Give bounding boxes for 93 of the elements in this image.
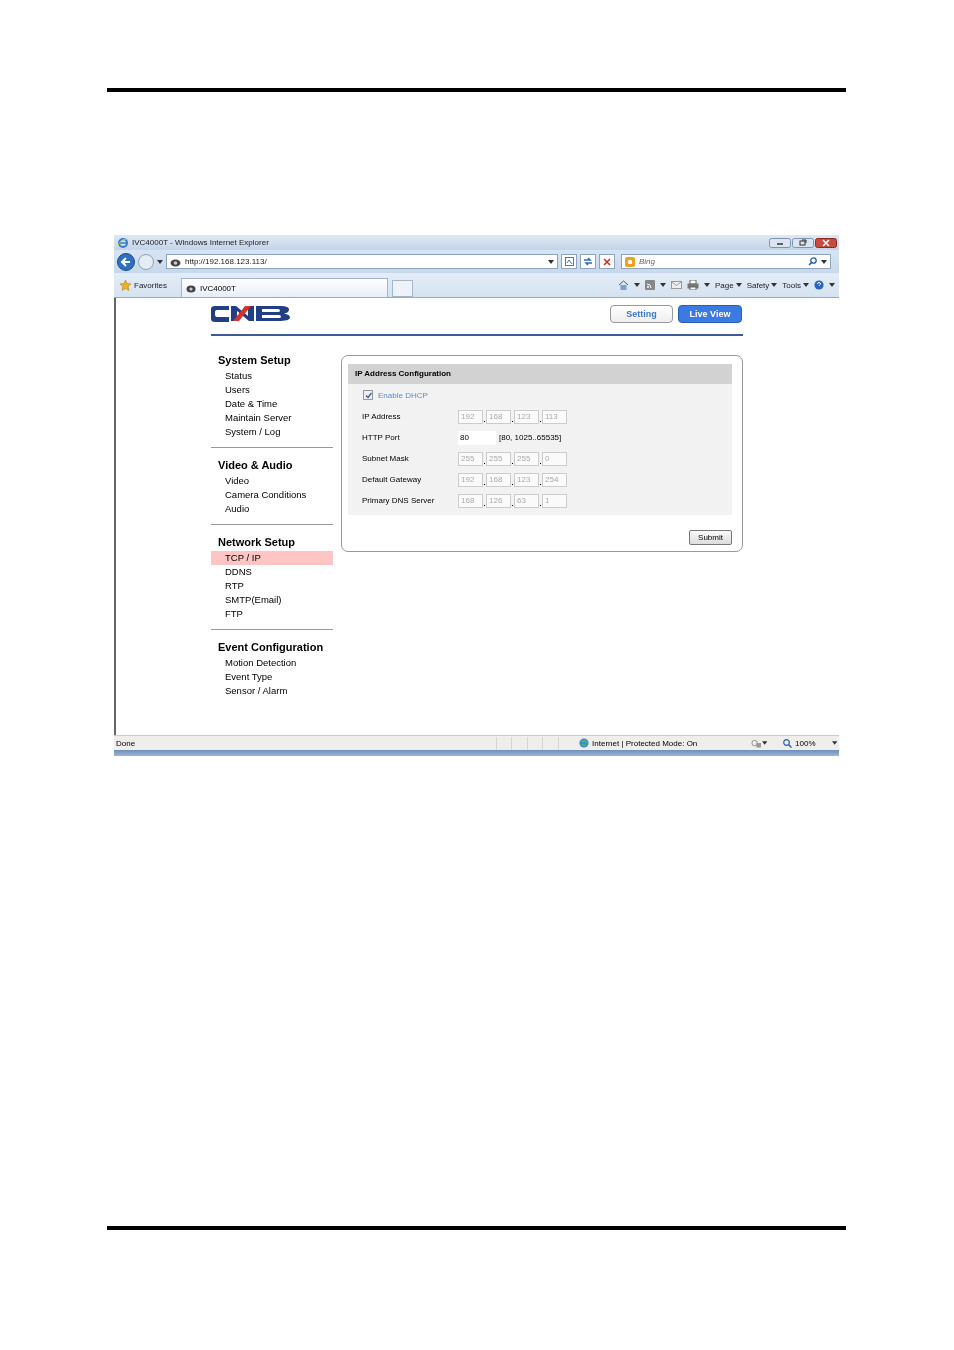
status-text: Done — [116, 738, 137, 748]
globe-icon — [579, 738, 590, 748]
menu-item[interactable]: Camera Conditions — [211, 488, 333, 502]
menu-item[interactable]: FTP — [211, 607, 333, 621]
octet-field: 168 — [486, 472, 511, 487]
octet-field: 255 — [458, 451, 483, 466]
octet-field: 255 — [486, 451, 511, 466]
search-provider-icon — [625, 256, 635, 267]
menu-item[interactable]: Event Type — [211, 670, 333, 684]
compatibility-icon — [564, 257, 574, 266]
back-icon[interactable] — [117, 252, 135, 271]
dropdown-arrow-icon[interactable] — [703, 283, 710, 287]
field-label: HTTP Port — [362, 433, 401, 442]
dropdown-arrow-icon[interactable] — [761, 741, 768, 745]
section-heading: Video & Audio — [217, 458, 294, 473]
menu-item[interactable]: Audio — [211, 502, 333, 516]
octet-field: 255 — [514, 451, 539, 466]
menu-item[interactable]: Sensor / Alarm — [211, 684, 333, 698]
address-field[interactable]: http://192.168.123.113/ — [166, 254, 558, 269]
compatibility-view-button[interactable] — [561, 254, 577, 269]
menu-button[interactable]: Safety — [746, 280, 778, 290]
field-label: IP Address — [362, 412, 402, 421]
input-field[interactable]: 80 — [458, 430, 496, 445]
octet-field: 123 — [514, 472, 539, 487]
menu-item[interactable]: TCP / IP — [211, 551, 333, 565]
menu-item[interactable]: Users — [211, 383, 333, 397]
dropdown-arrow-icon[interactable] — [831, 741, 837, 745]
menu-item[interactable]: Motion Detection — [211, 656, 333, 670]
section-heading: Event Configuration — [217, 640, 325, 655]
menu-item[interactable]: SMTP(Email) — [211, 593, 333, 607]
menu-item[interactable]: DDNS — [211, 565, 333, 579]
range-hint: [80, 1025..65535] — [499, 433, 562, 442]
favorites-button[interactable]: Favorites — [118, 279, 171, 291]
dropdown-arrow-icon — [771, 283, 778, 287]
dropdown-arrow-icon — [803, 283, 809, 287]
menu-item[interactable]: Date & Time — [211, 397, 333, 411]
submit-button[interactable]: Submit — [689, 530, 732, 545]
menu-item[interactable]: Maintain Server — [211, 411, 333, 425]
menu-button[interactable]: Page — [714, 280, 742, 290]
browser-tab[interactable]: IVC4000T — [180, 278, 388, 297]
company-logo-icon — [211, 306, 291, 322]
star-icon — [120, 279, 131, 291]
octet-field: 1 — [542, 493, 567, 508]
dropdown-arrow-icon — [735, 283, 742, 287]
window-title: IVC4000T - Windows Internet Explorer — [132, 238, 270, 247]
setting-button[interactable]: Setting — [610, 305, 673, 323]
minimize-icon[interactable] — [769, 237, 791, 248]
restore-icon[interactable] — [792, 237, 814, 248]
dropdown-arrow-icon[interactable] — [548, 259, 554, 264]
octet-field: 192 — [458, 409, 483, 424]
dropdown-arrow-icon[interactable] — [821, 259, 827, 264]
octet-field: 123 — [514, 409, 539, 424]
refresh-button[interactable] — [580, 254, 596, 269]
octet-field: 126 — [486, 493, 511, 508]
refresh-icon — [583, 257, 593, 266]
dropdown-arrow-icon[interactable] — [633, 283, 640, 287]
dropdown-arrow-icon[interactable] — [829, 283, 835, 287]
section-heading: Network Setup — [217, 535, 296, 550]
live-view-button[interactable]: Live View — [678, 305, 742, 323]
browser-logo-icon — [118, 237, 128, 248]
field-label: Default Gateway — [362, 475, 423, 484]
dropdown-arrow-icon[interactable] — [659, 283, 666, 287]
search-icon[interactable] — [808, 257, 817, 266]
checkbox-label: Enable DHCP — [378, 390, 428, 400]
octet-field: 168 — [458, 493, 483, 508]
menu-item[interactable]: Video — [211, 474, 333, 488]
close-icon[interactable] — [815, 237, 837, 248]
stop-icon — [603, 257, 611, 266]
dropdown-arrow-icon[interactable] — [157, 259, 163, 264]
stop-button[interactable] — [599, 254, 615, 269]
help-icon[interactable] — [814, 280, 824, 290]
section-heading: System Setup — [217, 353, 292, 368]
search-field[interactable]: Bing — [621, 254, 831, 269]
octet-field: 168 — [486, 409, 511, 424]
octet-field: 113 — [542, 409, 567, 424]
zoom-icon — [783, 738, 793, 748]
octet-field: 63 — [514, 493, 539, 508]
menu-item[interactable]: System / Log — [211, 425, 333, 439]
zoom-button[interactable]: 100% — [783, 738, 816, 748]
feeds-icon[interactable] — [644, 280, 655, 290]
field-label: Subnet Mask — [362, 454, 410, 463]
menu-button[interactable]: Tools — [782, 280, 809, 290]
field-label: Primary DNS Server — [362, 496, 436, 505]
camera-icon — [185, 283, 196, 293]
menu-item[interactable]: RTP — [211, 579, 333, 593]
octet-field: 254 — [542, 472, 567, 487]
octet-field: 192 — [458, 472, 483, 487]
print-icon[interactable] — [686, 280, 699, 290]
home-icon[interactable] — [617, 280, 629, 290]
octet-field: 0 — [542, 451, 567, 466]
panel-title: IP Address Configuration — [348, 364, 732, 384]
security-zone-text: Internet | Protected Mode: On — [592, 738, 698, 748]
menu-item[interactable]: Status — [211, 369, 333, 383]
